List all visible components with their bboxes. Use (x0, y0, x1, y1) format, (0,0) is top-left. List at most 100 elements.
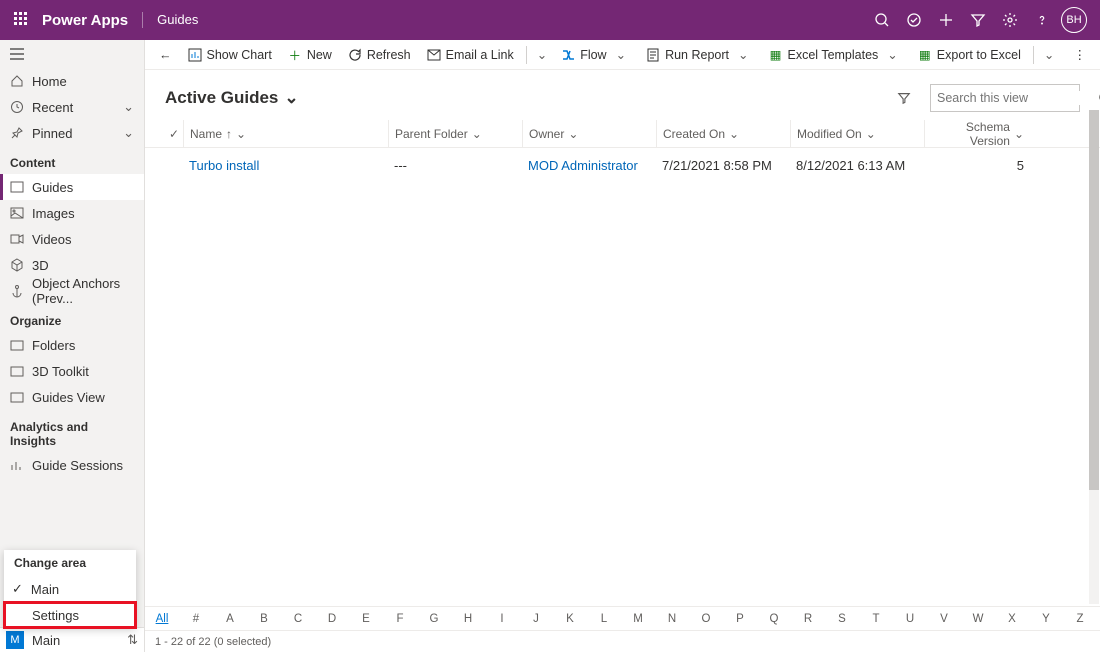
image-icon (10, 206, 24, 220)
app-launcher-icon[interactable] (14, 12, 30, 28)
sidebar: Home Recent ⌄ Pinned ⌄ Content Guides Im… (0, 40, 145, 652)
cell-name[interactable]: Turbo install (183, 158, 388, 173)
sort-asc-icon: ↑ (226, 127, 232, 141)
sidebar-item-videos[interactable]: Videos (0, 226, 144, 252)
filter-icon[interactable] (962, 4, 994, 36)
more-icon: ⋮ (1074, 47, 1087, 62)
folder-icon (10, 390, 24, 404)
alpha-letter[interactable]: S (825, 613, 859, 625)
data-grid: ✓ Name ↑ ⌄ Parent Folder ⌄ Owner ⌄ Creat… (145, 120, 1100, 606)
assist-icon[interactable] (898, 4, 930, 36)
sidebar-item-images[interactable]: Images (0, 200, 144, 226)
scrollbar[interactable] (1089, 110, 1099, 604)
gear-icon[interactable] (994, 4, 1026, 36)
alpha-letter[interactable]: C (281, 613, 315, 625)
area-badge: M (6, 631, 24, 649)
run-report-button[interactable]: Run Report⌄ (640, 41, 758, 69)
alpha-letter[interactable]: D (315, 613, 349, 625)
cell-folder: --- (388, 158, 522, 173)
alpha-letter[interactable]: K (553, 613, 587, 625)
more-commands-button[interactable]: ⋮ (1068, 41, 1093, 69)
sidebar-group-organize: Organize (0, 304, 144, 332)
alpha-letter[interactable]: T (859, 613, 893, 625)
view-selector[interactable]: Active Guides⌄ (165, 88, 299, 108)
alpha-letter[interactable]: X (995, 613, 1029, 625)
search-input[interactable] (937, 91, 1098, 105)
alpha-letter[interactable]: F (383, 613, 417, 625)
alpha-letter[interactable]: E (349, 613, 383, 625)
alpha-letter[interactable]: W (961, 613, 995, 625)
alpha-letter[interactable]: Y (1029, 613, 1063, 625)
alpha-letter[interactable]: Z (1063, 613, 1097, 625)
new-button[interactable]: ＋New (282, 41, 338, 69)
sidebar-item-object-anchors[interactable]: Object Anchors (Prev... (0, 278, 144, 304)
alpha-letter[interactable]: R (791, 613, 825, 625)
sidebar-item-pinned[interactable]: Pinned ⌄ (0, 120, 144, 146)
alpha-letter[interactable]: J (519, 613, 553, 625)
column-header-created[interactable]: Created On ⌄ (656, 120, 790, 147)
alpha-letter[interactable]: V (927, 613, 961, 625)
alpha-letter[interactable]: A (213, 613, 247, 625)
alpha-letter[interactable]: M (621, 613, 655, 625)
column-header-schema[interactable]: Schema Version ⌄ (924, 120, 1054, 147)
folder-icon (10, 338, 24, 352)
refresh-button[interactable]: Refresh (342, 41, 417, 69)
sidebar-item-label: Home (32, 74, 67, 89)
sidebar-group-content: Content (0, 146, 144, 174)
sidebar-item-label: Pinned (32, 126, 72, 141)
sidebar-item-3d-toolkit[interactable]: 3D Toolkit (0, 358, 144, 384)
column-header-parent-folder[interactable]: Parent Folder ⌄ (388, 120, 522, 147)
export-excel-split[interactable]: ⌄ (1040, 47, 1058, 62)
search-view-input[interactable] (930, 84, 1080, 112)
sidebar-item-guides[interactable]: Guides (0, 174, 144, 200)
barchart-icon (10, 458, 24, 472)
alpha-letter[interactable]: Q (757, 613, 791, 625)
hamburger-icon[interactable] (0, 40, 144, 68)
column-header-modified[interactable]: Modified On ⌄ (790, 120, 924, 147)
alpha-all[interactable]: All (145, 613, 179, 625)
search-icon[interactable] (866, 4, 898, 36)
sidebar-item-guide-sessions[interactable]: Guide Sessions (0, 452, 144, 478)
alpha-letter[interactable]: L (587, 613, 621, 625)
email-link-split[interactable]: ⌄ (533, 47, 551, 62)
area-switcher[interactable]: M Main ⇅ (0, 628, 144, 652)
sidebar-item-guides-view[interactable]: Guides View (0, 384, 144, 410)
updown-icon: ⇅ (127, 632, 138, 648)
column-header-name[interactable]: Name ↑ ⌄ (183, 120, 388, 147)
alpha-letter[interactable]: O (689, 613, 723, 625)
select-all-checkbox[interactable]: ✓ (163, 120, 183, 147)
chart-icon (188, 48, 202, 62)
table-row[interactable]: Turbo install --- MOD Administrator 7/21… (145, 148, 1100, 182)
alpha-letter[interactable]: N (655, 613, 689, 625)
sidebar-item-recent[interactable]: Recent ⌄ (0, 94, 144, 120)
cell-owner[interactable]: MOD Administrator (522, 158, 656, 173)
excel-icon: ▦ (769, 48, 783, 62)
sidebar-item-label: Recent (32, 100, 73, 115)
alpha-letter[interactable]: H (451, 613, 485, 625)
open-filter-icon[interactable] (890, 84, 918, 112)
alpha-letter[interactable]: B (247, 613, 281, 625)
flow-button[interactable]: Flow⌄ (555, 41, 636, 69)
add-icon[interactable] (930, 4, 962, 36)
area-option-main[interactable]: ✓ Main (4, 576, 136, 602)
email-link-button[interactable]: Email a Link (421, 41, 520, 69)
area-option-settings[interactable]: Settings (4, 602, 136, 628)
back-button[interactable]: ← (153, 41, 178, 69)
sidebar-item-folders[interactable]: Folders (0, 332, 144, 358)
alpha-letter[interactable]: P (723, 613, 757, 625)
help-icon[interactable] (1026, 4, 1058, 36)
export-excel-button[interactable]: ▦Export to Excel (912, 41, 1027, 69)
cell-created: 7/21/2021 8:58 PM (656, 158, 790, 173)
chevron-down-icon: ⌄ (612, 47, 630, 62)
refresh-icon (348, 48, 362, 62)
show-chart-button[interactable]: Show Chart (182, 41, 278, 69)
alpha-letter[interactable]: # (179, 613, 213, 625)
alpha-letter[interactable]: U (893, 613, 927, 625)
user-avatar[interactable]: BH (1058, 4, 1090, 36)
sidebar-item-home[interactable]: Home (0, 68, 144, 94)
alpha-letter[interactable]: I (485, 613, 519, 625)
excel-templates-button[interactable]: ▦Excel Templates⌄ (763, 41, 908, 69)
alpha-letter[interactable]: G (417, 613, 451, 625)
sidebar-item-3d[interactable]: 3D (0, 252, 144, 278)
column-header-owner[interactable]: Owner ⌄ (522, 120, 656, 147)
